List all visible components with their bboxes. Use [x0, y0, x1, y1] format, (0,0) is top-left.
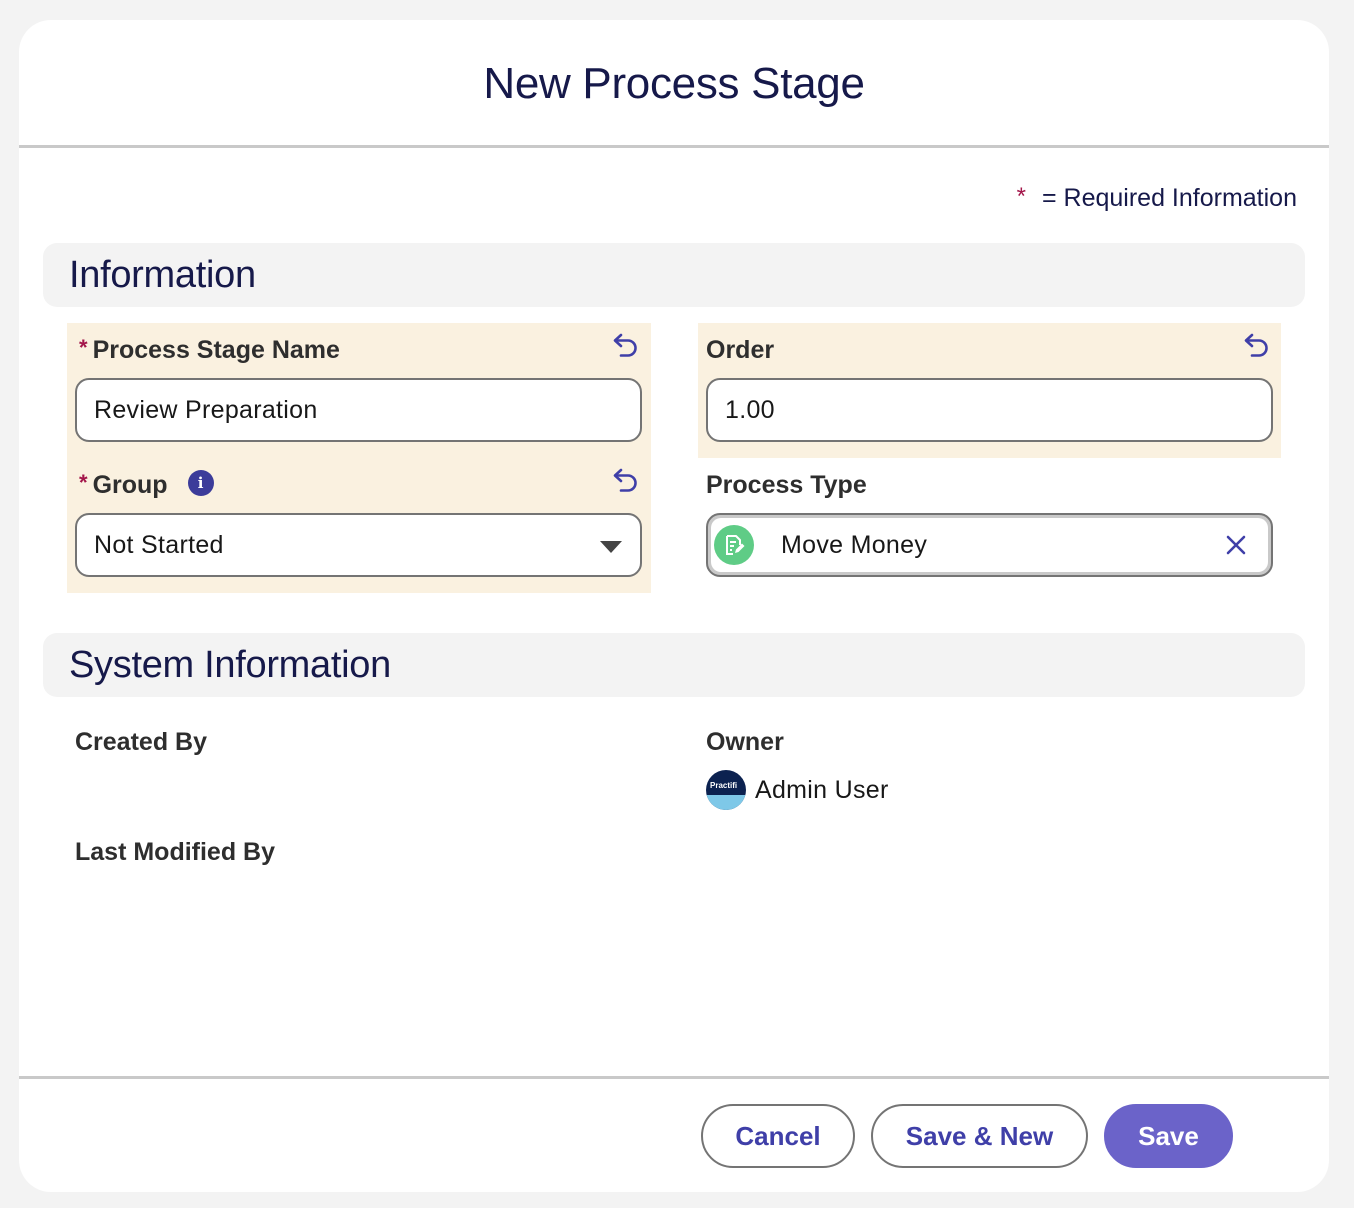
- save-and-new-button[interactable]: Save & New: [871, 1104, 1088, 1168]
- group-label-text: Group: [92, 471, 168, 499]
- owner-label: Owner: [706, 728, 784, 756]
- cancel-button[interactable]: Cancel: [701, 1104, 855, 1168]
- order-input[interactable]: 1.00: [706, 378, 1273, 442]
- chevron-down-icon: [600, 541, 622, 553]
- process-stage-name-input[interactable]: Review Preparation: [75, 378, 642, 442]
- process-type-value: Move Money: [781, 530, 928, 559]
- section-title-system-information: System Information: [69, 643, 391, 686]
- group-label: * Group i: [79, 469, 214, 500]
- required-marker: *: [79, 334, 88, 360]
- group-select[interactable]: Not Started: [75, 513, 642, 577]
- process-stage-name-label: * Process Stage Name: [79, 334, 340, 365]
- avatar-logo-text: Practifi: [710, 781, 738, 790]
- process-type-pill[interactable]: Move Money: [711, 518, 1268, 572]
- section-header-information[interactable]: Information: [43, 243, 1305, 307]
- section-header-system-information[interactable]: System Information: [43, 633, 1305, 697]
- required-info-text: = Required Information: [1041, 184, 1297, 212]
- close-icon[interactable]: [1224, 533, 1248, 557]
- required-info-note: * = Required Information: [1016, 182, 1297, 213]
- modal: New Process Stage * = Required Informati…: [19, 20, 1329, 1192]
- process-type-lookup[interactable]: Move Money: [706, 513, 1273, 577]
- save-button[interactable]: Save: [1104, 1104, 1233, 1168]
- info-icon[interactable]: i: [187, 469, 214, 496]
- required-marker: *: [79, 469, 88, 495]
- undo-icon[interactable]: [611, 465, 641, 495]
- process-type-label-text: Process Type: [706, 471, 867, 499]
- owner-value: Practifi Admin User: [706, 770, 889, 810]
- process-stage-name-label-text: Process Stage Name: [92, 336, 340, 364]
- owner-name-link[interactable]: Admin User: [755, 776, 889, 805]
- modal-footer: Cancel Save & New Save: [19, 1076, 1329, 1192]
- order-label-text: Order: [706, 336, 775, 364]
- undo-icon[interactable]: [611, 330, 641, 360]
- undo-icon[interactable]: [1242, 330, 1272, 360]
- group-select-value: Not Started: [94, 530, 224, 559]
- avatar: Practifi: [706, 770, 746, 810]
- modal-header: New Process Stage: [19, 20, 1329, 148]
- modal-title: New Process Stage: [483, 58, 865, 108]
- avatar-background: [706, 795, 746, 810]
- created-by-label: Created By: [75, 728, 207, 756]
- section-title-information: Information: [69, 253, 256, 296]
- order-label: Order: [706, 336, 774, 365]
- process-type-icon: [714, 525, 754, 565]
- process-type-label: Process Type: [706, 471, 867, 500]
- required-asterisk: *: [1016, 182, 1026, 210]
- last-modified-by-label: Last Modified By: [75, 838, 276, 866]
